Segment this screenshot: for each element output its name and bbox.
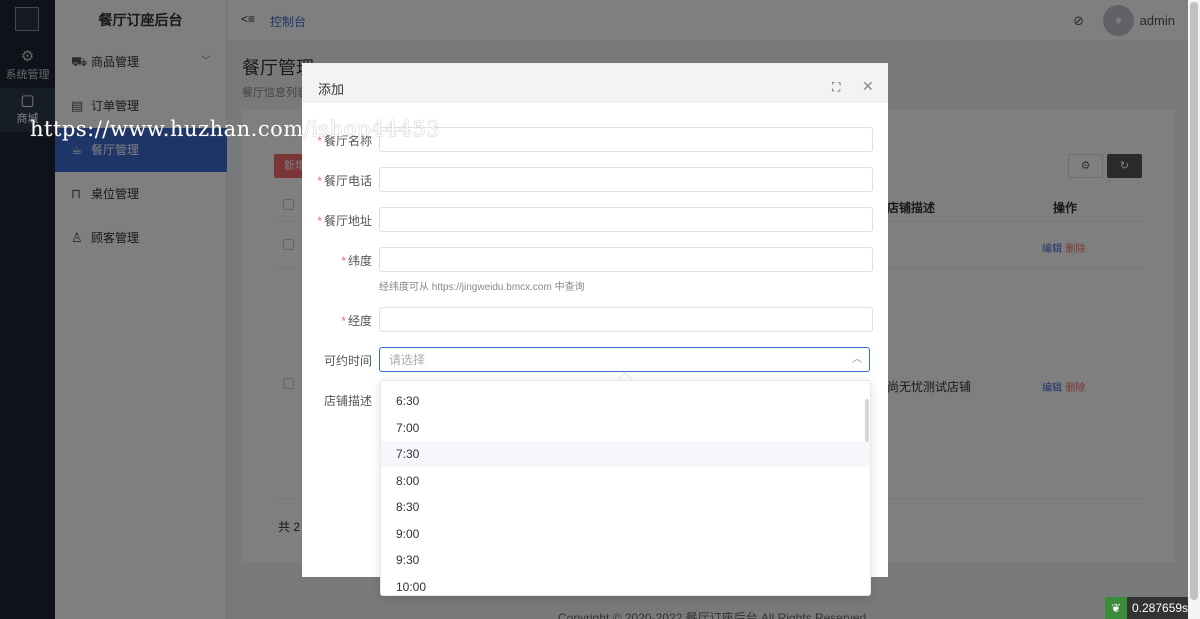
- time-select[interactable]: [379, 347, 870, 372]
- latitude-input[interactable]: [379, 247, 873, 272]
- dropdown-option[interactable]: 8:30: [381, 494, 870, 520]
- longitude-label: * 经度: [341, 314, 372, 328]
- latitude-hint: 经纬度可从 https://jingweidu.bmcx.com 中查询: [379, 282, 585, 293]
- dropdown-option[interactable]: 8:00: [381, 468, 870, 494]
- leaf-icon: ❦: [1105, 597, 1127, 619]
- dialog-title: 添加: [318, 82, 345, 97]
- latitude-label: * 纬度: [341, 254, 372, 268]
- dropdown-option[interactable]: 9:30: [381, 547, 870, 573]
- address-label: * 餐厅地址: [317, 214, 372, 228]
- dialog-header: 添加 ⛶ ✕: [302, 63, 888, 103]
- timer-badge: ❦ 0.287659s: [1105, 597, 1188, 619]
- address-input[interactable]: [379, 207, 873, 232]
- dropdown-option[interactable]: 9:00: [381, 521, 870, 547]
- longitude-input[interactable]: [379, 307, 873, 332]
- time-dropdown: 6:30 7:00 7:30 8:00 8:30 9:00 9:30 10:00: [380, 380, 871, 596]
- scrollbar-thumb[interactable]: [1190, 2, 1198, 600]
- dropdown-option[interactable]: 10:00: [381, 574, 870, 595]
- time-label: 可约时间: [323, 354, 372, 368]
- phone-input[interactable]: [379, 167, 873, 192]
- desc-label: 店铺描述: [323, 394, 372, 408]
- phone-label: * 餐厅电话: [317, 174, 372, 188]
- dropdown-option[interactable]: 7:30: [381, 441, 870, 467]
- page-scrollbar[interactable]: [1188, 0, 1200, 619]
- timer-text: 0.287659s: [1132, 601, 1189, 615]
- chevron-up-icon: ︿: [852, 354, 862, 365]
- dropdown-scrollbar[interactable]: [865, 399, 869, 442]
- fullscreen-icon[interactable]: ⛶: [832, 80, 840, 95]
- close-icon[interactable]: ✕: [862, 78, 874, 95]
- dropdown-option[interactable]: 7:00: [381, 415, 870, 441]
- watermark: https://www.huzhan.com/ishop44453: [30, 117, 441, 141]
- name-input[interactable]: [379, 127, 873, 152]
- dropdown-option[interactable]: 6:30: [381, 388, 870, 414]
